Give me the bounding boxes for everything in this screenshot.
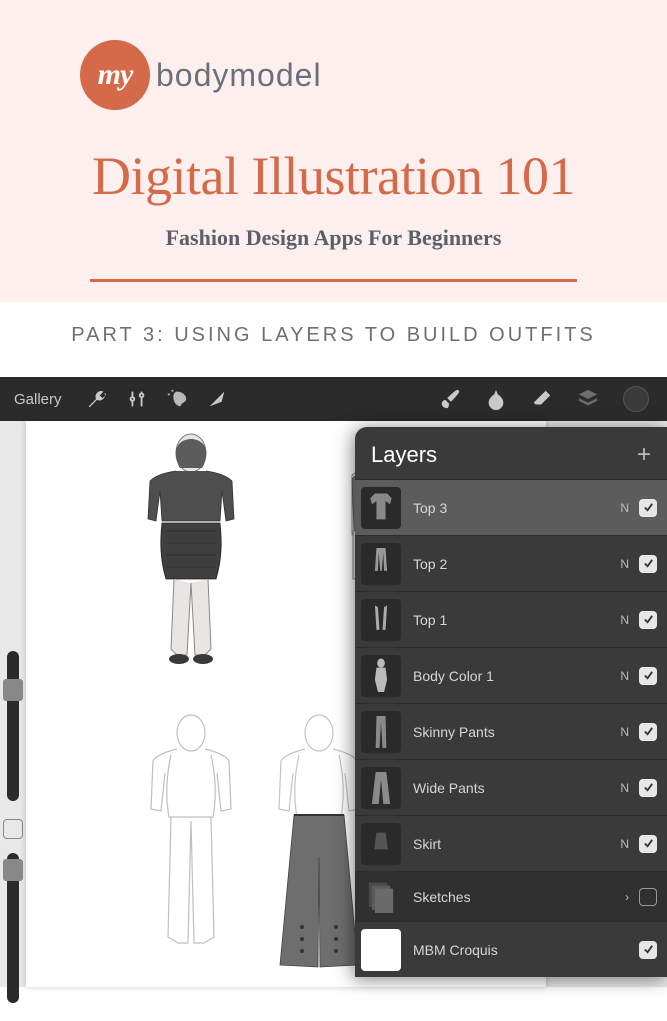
selection-icon[interactable] [166,388,188,410]
layer-thumbnail [361,823,401,865]
smudge-icon[interactable] [485,388,507,410]
layer-row[interactable]: Wide PantsN [355,759,667,815]
slider-thumb[interactable] [3,859,23,881]
layer-thumbnail [361,876,401,918]
blend-mode: N [619,837,629,851]
layer-thumbnail [361,487,401,529]
brush-icon[interactable] [439,388,461,410]
opacity-slider[interactable] [7,853,19,1003]
layer-thumbnail [361,599,401,641]
blend-mode: N [619,669,629,683]
page-title: Digital Illustration 101 [50,145,617,207]
layer-row[interactable]: Top 1N [355,591,667,647]
layer-name: Top 3 [413,500,619,516]
brush-size-slider[interactable] [7,651,19,801]
toolbar-left: Gallery [8,388,228,410]
figure-skirt [126,431,256,691]
visibility-checkbox[interactable] [639,723,657,741]
color-icon[interactable] [623,386,649,412]
logo-text: bodymodel [156,57,322,94]
layers-header: Layers + [355,427,667,479]
logo: my bodymodel [80,40,617,110]
layer-thumbnail [361,655,401,697]
modify-button[interactable] [3,819,23,839]
layer-row[interactable]: Body Color 1N [355,647,667,703]
blend-mode: N [619,781,629,795]
blend-mode: N [619,557,629,571]
toolbar-right [439,386,659,412]
layer-name: Top 1 [413,612,619,628]
layers-panel: Layers + Top 3NTop 2NTop 1NBody Color 1N… [355,427,667,977]
blend-mode: N [619,501,629,515]
add-layer-button[interactable]: + [637,441,651,469]
layer-thumbnail [361,543,401,585]
slider-thumb[interactable] [3,679,23,701]
visibility-checkbox[interactable] [639,499,657,517]
layer-name: Skinny Pants [413,724,619,740]
eraser-icon[interactable] [531,388,553,410]
layer-list: Top 3NTop 2NTop 1NBody Color 1NSkinny Pa… [355,479,667,977]
layer-name: Top 2 [413,556,619,572]
blend-mode: N [619,613,629,627]
layer-row[interactable]: Top 2N [355,535,667,591]
layer-row[interactable]: MBM Croquis [355,921,667,977]
layers-icon[interactable] [577,388,599,410]
visibility-checkbox[interactable] [639,888,657,906]
figure-back-outline [126,711,256,971]
visibility-checkbox[interactable] [639,835,657,853]
adjust-icon[interactable] [126,388,148,410]
layer-row[interactable]: Top 3N [355,479,667,535]
header-block: my bodymodel Digital Illustration 101 Fa… [0,0,667,302]
layer-name: MBM Croquis [413,942,619,958]
page-subtitle: Fashion Design Apps For Beginners [50,225,617,251]
layer-name: Wide Pants [413,780,619,796]
visibility-checkbox[interactable] [639,941,657,959]
layer-row[interactable]: Sketches› [355,871,667,921]
part-label: PART 3: USING LAYERS TO BUILD OUTFITS [0,302,667,377]
divider [90,279,577,282]
toolbar: Gallery [0,377,667,421]
blend-mode: N [619,725,629,739]
gallery-button[interactable]: Gallery [8,391,68,408]
layer-row[interactable]: SkirtN [355,815,667,871]
wrench-icon[interactable] [86,388,108,410]
visibility-checkbox[interactable] [639,611,657,629]
layer-thumbnail [361,711,401,753]
procreate-app: Gallery [0,377,667,987]
layer-thumbnail [361,929,401,971]
layer-name: Sketches [413,889,619,905]
logo-my: my [98,58,133,92]
visibility-checkbox[interactable] [639,555,657,573]
logo-badge: my [80,40,150,110]
chevron-right-icon[interactable]: › [619,890,629,904]
layer-name: Body Color 1 [413,668,619,684]
side-sliders [0,651,30,1021]
visibility-checkbox[interactable] [639,779,657,797]
layer-row[interactable]: Skinny PantsN [355,703,667,759]
layer-thumbnail [361,767,401,809]
layer-name: Skirt [413,836,619,852]
layers-title: Layers [371,442,437,468]
visibility-checkbox[interactable] [639,667,657,685]
move-icon[interactable] [206,388,228,410]
